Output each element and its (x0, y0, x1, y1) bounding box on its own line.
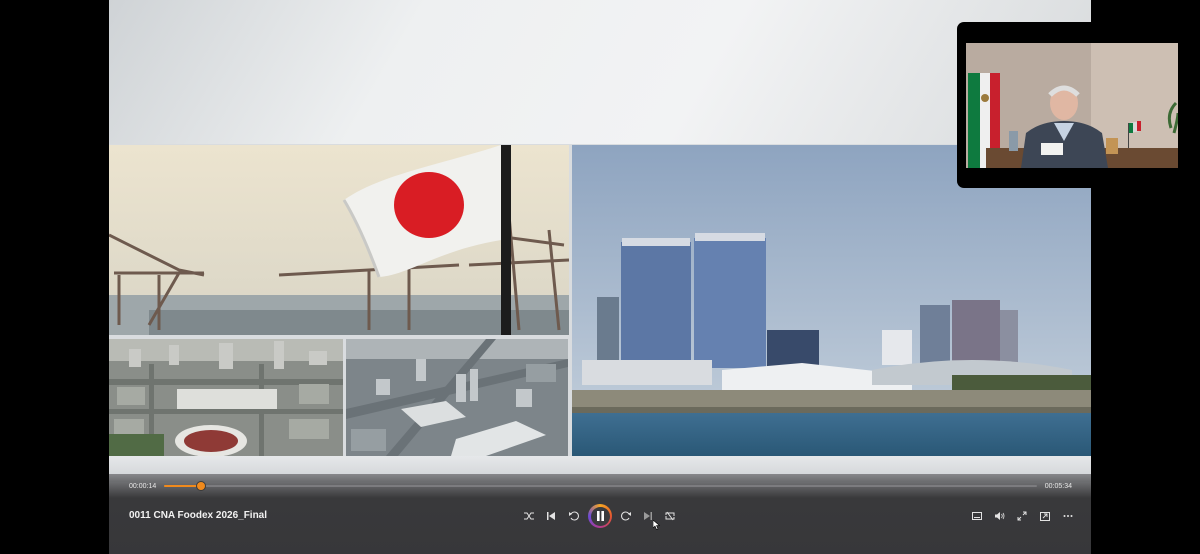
more-icon (1063, 515, 1073, 517)
pause-icon (596, 511, 604, 521)
volume-button[interactable] (991, 507, 1009, 525)
total-time: 00:05:34 (1044, 483, 1072, 490)
more-button[interactable] (1059, 507, 1077, 525)
webcam-participant-image (966, 43, 1178, 168)
player-controls: 00:00:14 00:05:34 0011 CNA Foodex 2026_F… (109, 474, 1091, 554)
previous-button[interactable] (542, 507, 560, 525)
seek-progress (164, 485, 201, 487)
aerial-city-image-2 (346, 339, 568, 456)
shuffle-button[interactable] (520, 507, 538, 525)
volume-icon (995, 512, 1005, 520)
repeat-button[interactable] (661, 507, 679, 525)
rewind-button[interactable] (565, 507, 583, 525)
subtitles-icon (972, 512, 982, 520)
rewind-icon (569, 511, 579, 521)
miniplayer-icon (1040, 511, 1050, 521)
japan-flag-port-image (109, 145, 569, 335)
video-title: 0011 CNA Foodex 2026_Final (129, 510, 268, 521)
webcam-overlay[interactable] (957, 22, 1178, 188)
next-icon (644, 512, 652, 520)
current-time: 00:00:14 (129, 483, 157, 490)
miniplayer-button[interactable] (1036, 507, 1054, 525)
seek-bar[interactable] (164, 482, 1037, 490)
seek-thumb[interactable] (196, 482, 205, 490)
aerial-city-image-1 (109, 339, 343, 456)
fast-forward-icon (621, 511, 631, 521)
fullscreen-button[interactable] (1013, 507, 1031, 525)
fullscreen-icon (1017, 511, 1027, 521)
subtitles-button[interactable] (968, 507, 986, 525)
pause-button[interactable] (588, 504, 612, 528)
repeat-icon (665, 511, 675, 521)
slide-background-top (109, 0, 1091, 144)
previous-icon (547, 512, 555, 520)
shuffle-icon (524, 512, 534, 520)
mouse-cursor-icon (653, 520, 660, 530)
waterfront-city-image (572, 145, 1091, 456)
video-player[interactable]: 00:00:14 00:05:34 0011 CNA Foodex 2026_F… (109, 0, 1091, 554)
fast-forward-button[interactable] (617, 507, 635, 525)
